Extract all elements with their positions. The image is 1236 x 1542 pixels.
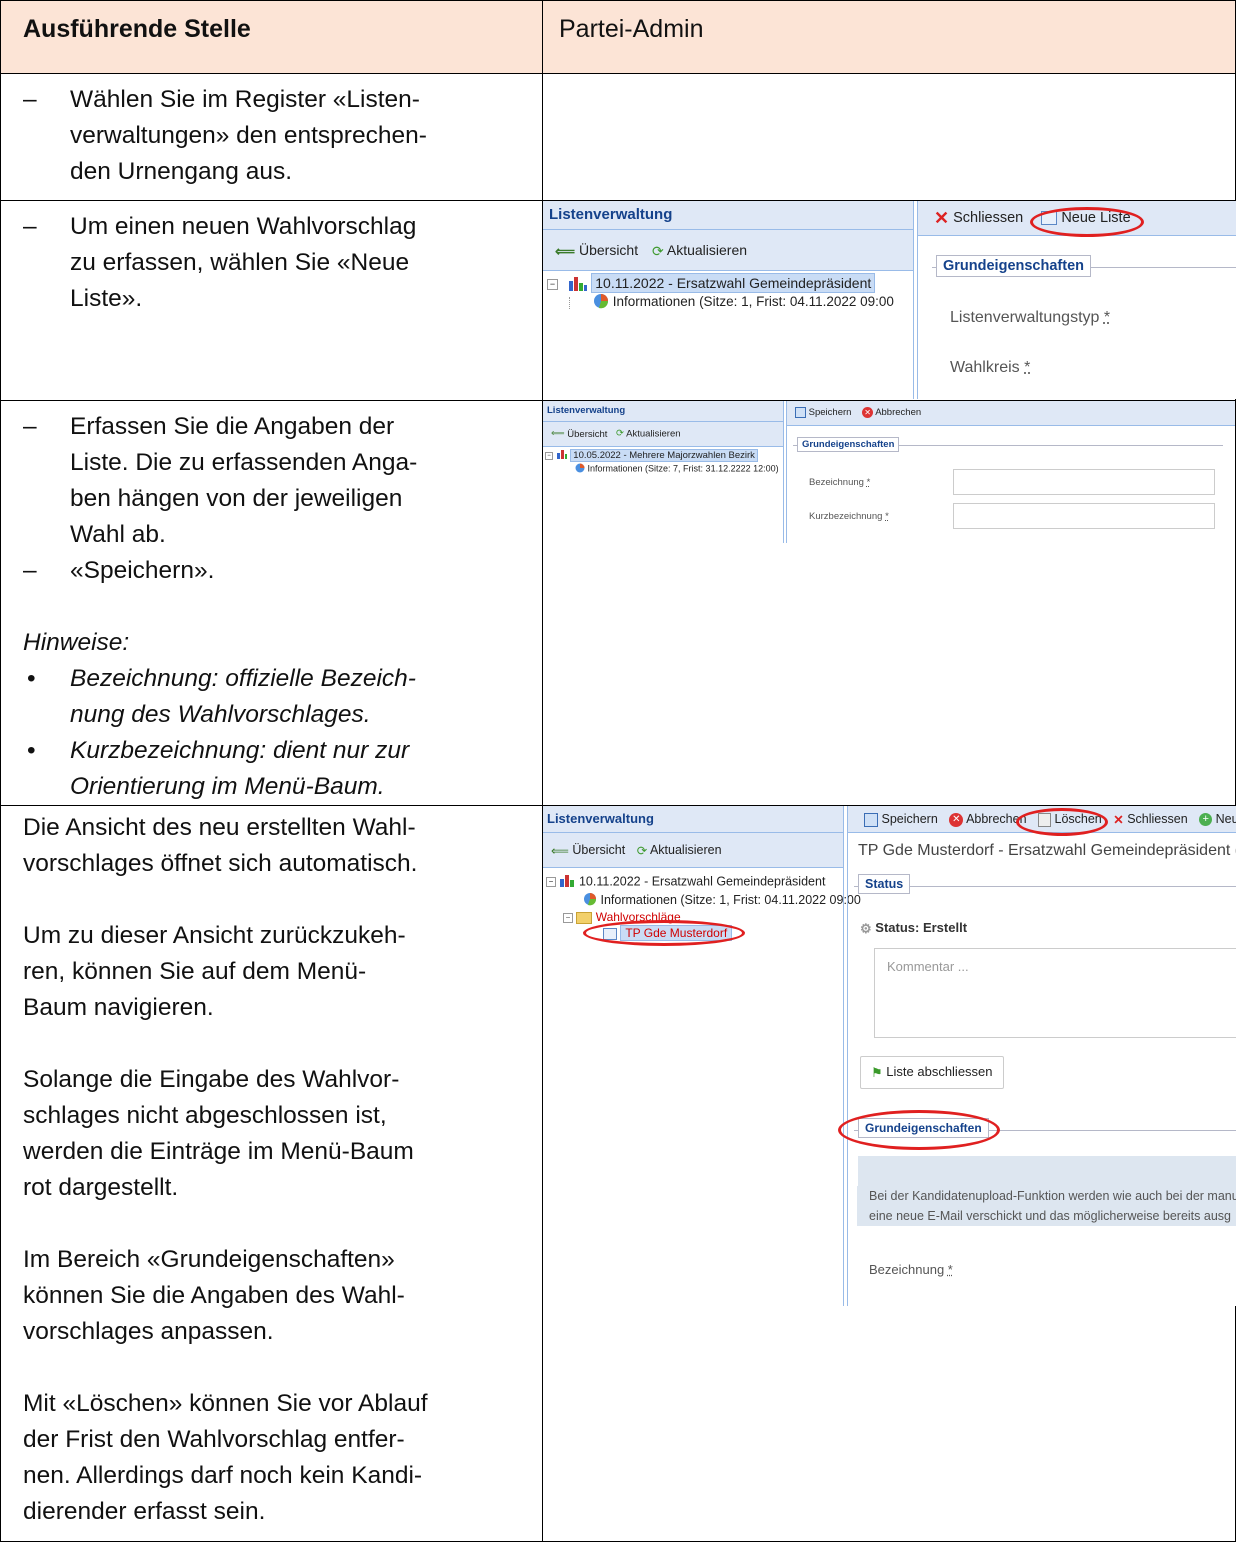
paragraph: Die Ansicht des neu erstellten Wahl-vors…: [23, 814, 418, 877]
panel-title: Listenverwaltung: [543, 401, 783, 422]
overview-button[interactable]: Übersicht: [572, 843, 625, 857]
highlight-oval: [838, 1110, 1000, 1150]
tree-collapse-icon[interactable]: −: [546, 877, 556, 887]
pie-chart-icon: [593, 293, 609, 312]
name-input[interactable]: [953, 469, 1215, 495]
tree-node-info[interactable]: Informationen (Sitze: 7, Frist: 31.12.22…: [588, 463, 779, 473]
overview-button[interactable]: Übersicht: [579, 242, 638, 258]
info-box: Bei der Kandidatenupload-Funktion werden…: [857, 1186, 1236, 1226]
header-role: Partei-Admin: [542, 0, 1236, 74]
screenshot-new-list: Listenverwaltung ⟸ Übersicht ⟳ Aktualisi…: [543, 201, 1236, 399]
field-label-type: Listenverwaltungstyp *: [950, 309, 1111, 326]
gear-icon: ⚙: [860, 920, 872, 936]
hint-title: Hinweise:: [23, 629, 130, 656]
refresh-icon: ⟳: [652, 243, 664, 260]
record-title: TP Gde Musterdorf - Ersatzwahl Gemeindep…: [858, 842, 1236, 859]
save-button[interactable]: Speichern: [809, 407, 852, 418]
tree-collapse-icon[interactable]: −: [563, 912, 573, 923]
tree-node-election[interactable]: 10.11.2022 - Ersatzwahl Gemeindepräsiden…: [579, 874, 825, 888]
cancel-icon: ✕: [949, 812, 964, 827]
section-legend: Grundeigenschaften: [797, 437, 900, 452]
paragraph: Um zu dieser Ansicht zurückzukeh-ren, kö…: [23, 922, 406, 1021]
table-row: Die Ansicht des neu erstellten Wahl-vors…: [0, 805, 1236, 1542]
tree-collapse-icon[interactable]: −: [545, 451, 553, 460]
folder-icon: [576, 911, 593, 924]
hint-item: Bezeichnung: offizielle Bezeich- nung de…: [23, 661, 530, 733]
refresh-button[interactable]: Aktualisieren: [667, 242, 747, 258]
header-executing-unit: Ausführende Stelle: [0, 0, 543, 74]
refresh-icon: ⟳: [636, 843, 648, 858]
save-icon: [795, 406, 806, 418]
refresh-icon: ⟳: [616, 428, 624, 439]
highlight-oval: [1016, 808, 1108, 836]
cancel-button[interactable]: Abbrechen: [875, 407, 921, 418]
add-icon: +: [1199, 813, 1213, 827]
paragraph: Solange die Eingabe des Wahlvor-schlages…: [23, 1066, 414, 1201]
refresh-button[interactable]: Aktualisieren: [626, 429, 680, 440]
new-button[interactable]: Neu: [1216, 812, 1236, 826]
back-arrow-icon: ⟸: [555, 243, 576, 260]
bar-chart-icon: [568, 275, 588, 294]
save-button[interactable]: Speichern: [881, 812, 937, 826]
field-label-name: Bezeichnung *: [809, 477, 871, 488]
close-button[interactable]: Schliessen: [953, 210, 1023, 226]
detail-toolbar: Speichern ✕ Abbrechen: [787, 401, 1235, 426]
close-icon: ✕: [1113, 812, 1124, 827]
close-button[interactable]: Schliessen: [1127, 812, 1187, 826]
table-row: Um einen neuen Wahlvorschlag zu erfassen…: [0, 200, 1236, 401]
step-text: Um einen neuen Wahlvorschlag zu erfassen…: [23, 209, 530, 317]
back-arrow-icon: ⟸: [551, 428, 565, 439]
table-row: Erfassen Sie die Angaben der Liste. Die …: [0, 400, 1236, 806]
pie-chart-icon: [583, 892, 597, 909]
field-label-name: Bezeichnung *: [869, 1262, 953, 1277]
status-label: ⚙ Status: Erstellt: [860, 920, 968, 936]
screenshot-list-view: Listenverwaltung ⟸ Übersicht ⟳ Aktualisi…: [543, 806, 1236, 1186]
panel-toolbar: ⟸ Übersicht ⟳ Aktualisieren: [543, 422, 783, 447]
step-text: Erfassen Sie die Angaben der Liste. Die …: [23, 409, 530, 553]
close-icon: ✕: [934, 208, 950, 229]
step-save: «Speichern».: [23, 553, 530, 589]
flag-icon: ⚑: [871, 1064, 883, 1080]
section-legend: Grundeigenschaften: [936, 255, 1091, 277]
tree-collapse-icon[interactable]: −: [547, 279, 558, 291]
tree-node-info[interactable]: Informationen (Sitze: 1, Frist: 04.11.20…: [600, 893, 860, 907]
tree-node-info[interactable]: Informationen (Sitze: 1, Frist: 04.11.20…: [613, 294, 894, 309]
screenshot-list-form: Listenverwaltung ⟸ Übersicht ⟳ Aktualisi…: [543, 401, 1235, 543]
cancel-icon: ✕: [862, 406, 874, 418]
info-box: [858, 1156, 1236, 1186]
paragraph: Im Bereich «Grundeigenschaften» können Si…: [23, 1246, 405, 1345]
hint-item: Kurzbezeichnung: dient nur zur Orientier…: [23, 733, 530, 805]
bar-chart-icon: [559, 874, 575, 890]
step-text: Wählen Sie im Register «Listen- verwaltu…: [23, 82, 530, 190]
bar-chart-icon: [556, 449, 568, 462]
short-name-input[interactable]: [953, 503, 1215, 529]
back-arrow-icon: ⟸: [551, 843, 569, 858]
screenshot-list-view-lower: Bei der Kandidatenupload-Funktion werden…: [543, 1186, 1236, 1306]
highlight-oval: [583, 920, 745, 946]
tree-node-election[interactable]: 10.05.2022 - Mehrere Majorzwahlen Bezirk: [570, 449, 758, 463]
panel-toolbar: ⟸ Übersicht ⟳ Aktualisieren: [543, 230, 913, 271]
overview-button[interactable]: Übersicht: [567, 429, 607, 440]
panel-title: Listenverwaltung: [543, 201, 913, 230]
tree-node-election[interactable]: 10.11.2022 - Ersatzwahl Gemeindepräsiden…: [591, 273, 876, 293]
panel-title: Listenverwaltung: [543, 806, 843, 833]
refresh-button[interactable]: Aktualisieren: [650, 843, 722, 857]
instruction-table: Ausführende Stelle Partei-Admin Wählen S…: [0, 0, 1236, 1542]
document-page: Ausführende Stelle Partei-Admin Wählen S…: [0, 0, 1236, 1542]
highlight-oval: [1030, 207, 1144, 237]
paragraph: Mit «Löschen» können Sie vor Ablauf der F…: [23, 1390, 428, 1525]
save-icon: [864, 812, 878, 827]
panel-toolbar: ⟸ Übersicht ⟳ Aktualisieren: [543, 833, 843, 868]
status-legend: Status: [858, 874, 911, 894]
table-row: Wählen Sie im Register «Listen- verwaltu…: [0, 73, 1236, 201]
finish-list-button[interactable]: ⚑ Liste abschliessen: [860, 1056, 1004, 1089]
field-label-district: Wahlkreis *: [950, 359, 1031, 376]
pie-chart-icon: [575, 463, 585, 475]
comment-textarea[interactable]: Kommentar ...: [874, 948, 1236, 1038]
table-header-row: Ausführende Stelle Partei-Admin: [0, 0, 1236, 74]
field-label-short-name: Kurzbezeichnung *: [809, 511, 889, 522]
